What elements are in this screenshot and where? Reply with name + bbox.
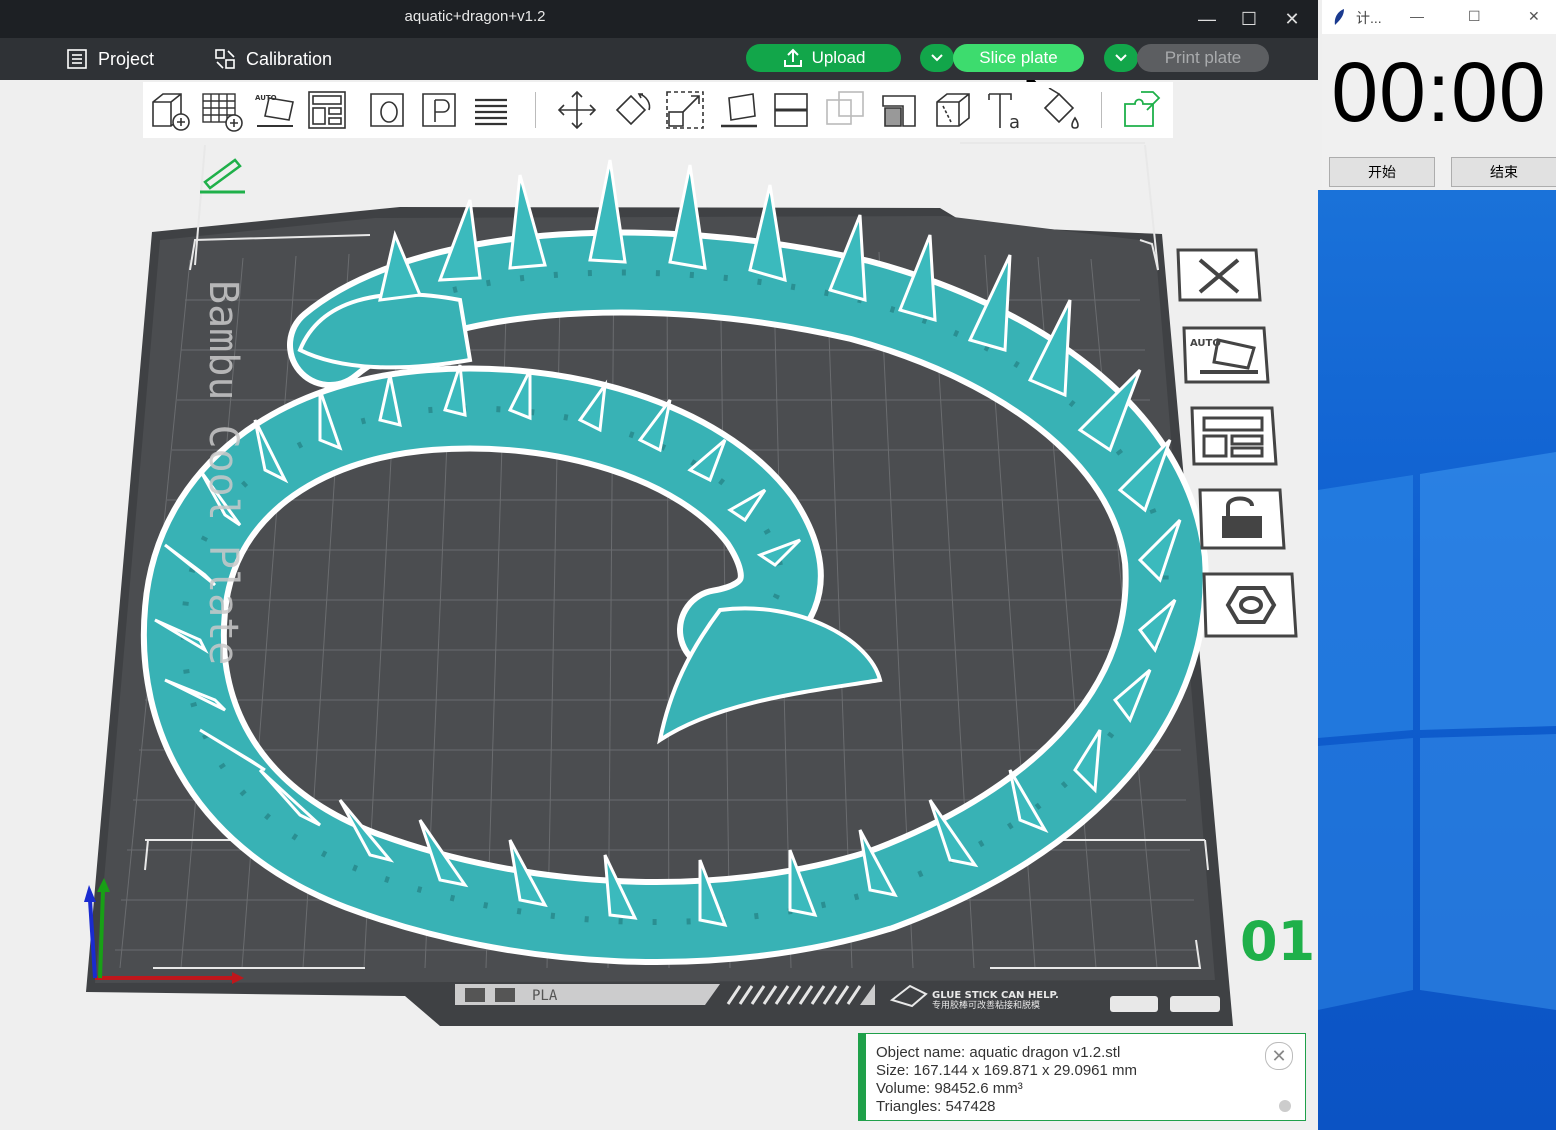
color-paint-icon[interactable] [1039,87,1083,132]
feather-icon [1334,9,1344,25]
edit-plate-icon[interactable] [200,158,245,194]
slice-plate-button[interactable]: Slice plate [953,44,1084,72]
object-size: Size: 167.144 x 169.871 x 29.0961 mm [876,1062,1138,1079]
lay-on-face-icon[interactable] [717,88,761,132]
layers-icon[interactable] [469,88,513,132]
svg-text:a: a [1009,112,1020,132]
menu-calibration-label: Calibration [246,48,333,69]
title-bar: aquatic+dragon+v1.2 — ☐ ✕ [0,0,1318,38]
minimize-button[interactable]: — [1185,0,1229,38]
slice-dropdown[interactable] [920,44,954,72]
menu-calibration[interactable]: Calibration [214,47,332,71]
build-plate-scene: Bambu Cool Plate PLA GLUE STICK CAN HELP… [84,80,1233,1026]
windows-logo-icon [1318,452,1556,1010]
timer-title-bar: 计... — ☐ ✕ [1322,0,1556,34]
print-plate-button[interactable]: Print plate [1137,44,1269,72]
timer-stop-button[interactable]: 结束 [1451,157,1556,187]
object-name: Object name: aquatic dragon v1.2.stl [876,1044,1121,1061]
chevron-down-icon [1115,54,1127,62]
support-paint-icon[interactable] [877,88,921,132]
3d-viewport[interactable]: Bambu Cool Plate PLA GLUE STICK CAN HELP… [0,80,1318,1130]
timer-close-button[interactable]: ✕ [1528,8,1540,25]
timer-minimize-button[interactable]: — [1410,8,1424,24]
window-title: aquatic+dragon+v1.2 [404,8,546,25]
timer-start-button[interactable]: 开始 [1329,157,1435,187]
rotate-icon[interactable] [609,88,653,132]
chevron-down-icon [931,54,943,62]
auto-orient-side-icon[interactable]: AUTO [1178,324,1274,386]
plate-hint-en: GLUE STICK CAN HELP. [932,990,1059,1001]
settings-icon[interactable] [1198,570,1302,640]
object-volume: Volume: 98452.6 mm³ [876,1080,1023,1097]
close-info-button[interactable]: ✕ [1265,1042,1293,1070]
menu-project[interactable]: Project [66,47,154,71]
upload-button[interactable]: Upload [746,44,901,72]
arrange-icon[interactable] [305,88,349,132]
add-plate-icon[interactable] [199,88,243,132]
slicer-window: aquatic+dragon+v1.2 — ☐ ✕ Project Calibr… [0,0,1318,1130]
object-info-panel: Object name: aquatic dragon v1.2.stl Siz… [858,1033,1306,1121]
close-view-icon[interactable] [1172,246,1264,306]
plate-hint-cn: 专用胶棒可改善粘接和脱模 [932,999,1040,1011]
seam-paint-icon[interactable] [931,88,975,132]
print-dropdown[interactable] [1104,44,1138,72]
collapse-info-icon[interactable] [1279,1100,1291,1112]
timer-title: 计... [1356,10,1382,26]
scale-icon[interactable] [663,88,707,132]
timer-maximize-button[interactable]: ☐ [1468,8,1481,25]
plate-material: PLA [532,988,558,1004]
boolean-icon[interactable] [823,88,867,132]
lock-icon[interactable] [1194,486,1290,552]
arrange-side-icon[interactable] [1186,404,1282,468]
timer-window: 计... — ☐ ✕ 00:00 开始 结束 [1322,0,1556,190]
close-button[interactable]: ✕ [1270,0,1314,38]
plate-number: 01 [1240,910,1316,973]
maximize-button[interactable]: ☐ [1227,0,1271,38]
add-object-icon[interactable] [147,88,191,132]
plate-label: Bambu Cool Plate [200,280,246,665]
split-objects-icon[interactable] [365,88,409,132]
move-icon[interactable] [555,88,599,132]
calibration-icon [215,49,235,69]
cut-icon[interactable] [769,88,813,132]
assembly-icon[interactable] [1119,88,1163,132]
auto-orient-icon[interactable]: AUTO [253,88,297,132]
upload-icon [783,48,802,67]
main-toolbar: AUTO a [143,82,1173,138]
project-icon [67,49,87,69]
menu-project-label: Project [98,48,155,69]
timer-display: 00:00 [1331,45,1547,139]
upload-label: Upload [811,48,866,67]
split-parts-icon[interactable] [417,88,461,132]
desktop-background [1318,190,1556,1130]
text-icon[interactable]: a [985,88,1029,133]
object-triangles: Triangles: 547428 [876,1098,996,1115]
